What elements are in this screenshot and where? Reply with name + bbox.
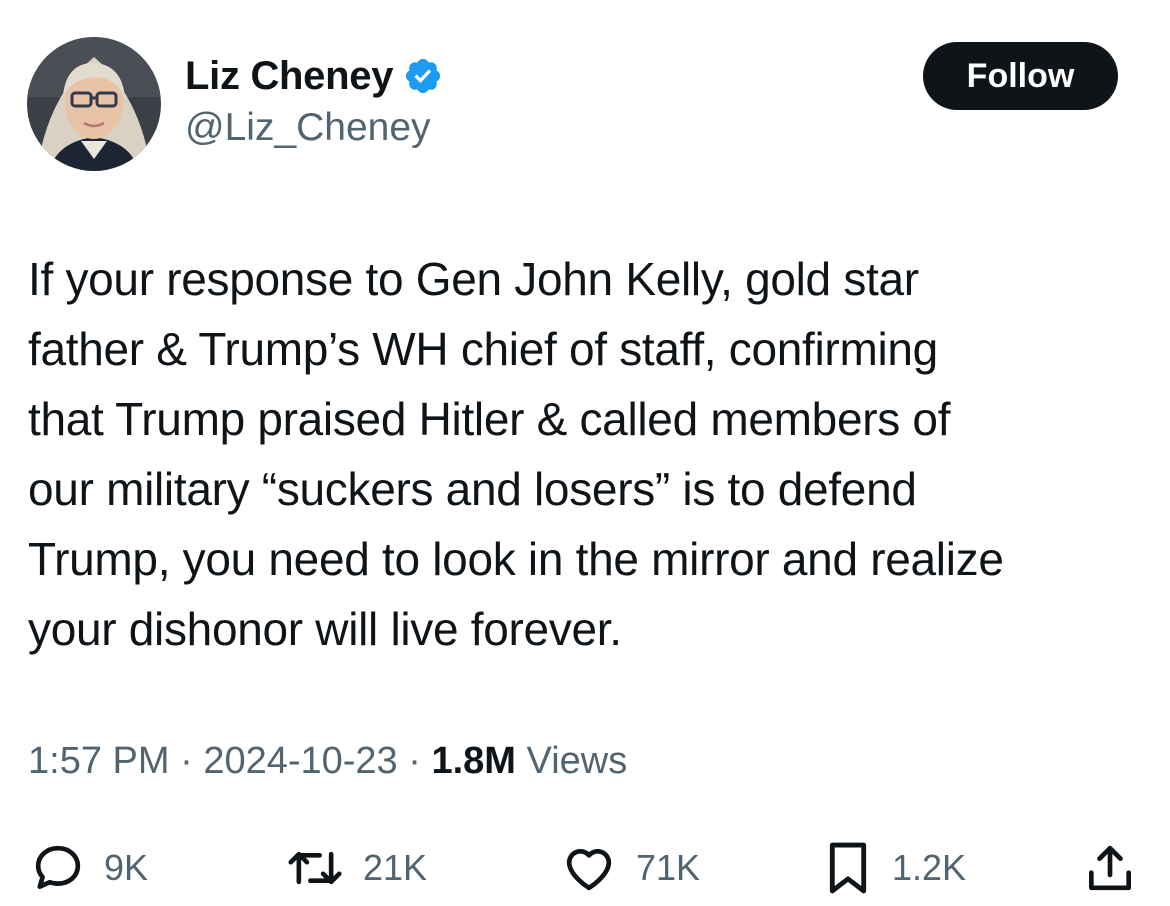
tweet-text-line: If your response to Gen John Kelly, gold… [28, 253, 919, 305]
meta-separator: · [180, 740, 193, 782]
like-button[interactable]: 71K [560, 838, 700, 898]
profile-photo [27, 37, 161, 171]
tweet-date[interactable]: 2024-10-23 [203, 740, 397, 782]
like-count: 71K [636, 847, 701, 888]
avatar[interactable] [27, 37, 161, 171]
tweet-meta: 1:57 PM · 2024-10-23 · 1.8M Views [28, 740, 627, 783]
tweet-text-line: our military “suckers and losers” is to … [28, 463, 917, 515]
author-handle[interactable]: @Liz_Cheney [185, 106, 431, 150]
repost-count: 21K [363, 847, 428, 888]
tweet-text: If your response to Gen John Kelly, gold… [28, 244, 1153, 664]
tweet-text-line: father & Trump’s WH chief of staff, conf… [28, 323, 938, 375]
bookmark-button[interactable]: 1.2K [822, 838, 966, 898]
reply-button[interactable]: 9K [30, 838, 148, 898]
meta-separator: · [408, 740, 421, 782]
bookmark-count: 1.2K [892, 847, 967, 888]
share-button[interactable] [1082, 838, 1138, 898]
views-label: Views [526, 740, 628, 782]
repost-button[interactable]: 21K [285, 838, 427, 898]
views-count: 1.8M [431, 740, 516, 782]
tweet-text-line: that Trump praised Hitler & called membe… [28, 393, 951, 445]
tweet-text-line: your dishonor will live forever. [28, 603, 622, 655]
verified-badge-icon[interactable] [403, 56, 443, 96]
reply-icon [35, 845, 81, 889]
author-name-row[interactable]: Liz Cheney [185, 50, 443, 102]
heart-icon [566, 849, 612, 891]
action-bar: 9K 21K 71K 1.2K [0, 838, 1170, 898]
tweet-time[interactable]: 1:57 PM [28, 740, 170, 782]
tweet-text-line: Trump, you need to look in the mirror an… [28, 533, 1004, 585]
reply-count: 9K [104, 847, 149, 888]
follow-button[interactable]: Follow [923, 42, 1118, 110]
author-display-name[interactable]: Liz Cheney [185, 54, 393, 99]
repost-icon [288, 851, 342, 885]
share-icon [1089, 845, 1131, 891]
bookmark-icon [829, 842, 867, 894]
